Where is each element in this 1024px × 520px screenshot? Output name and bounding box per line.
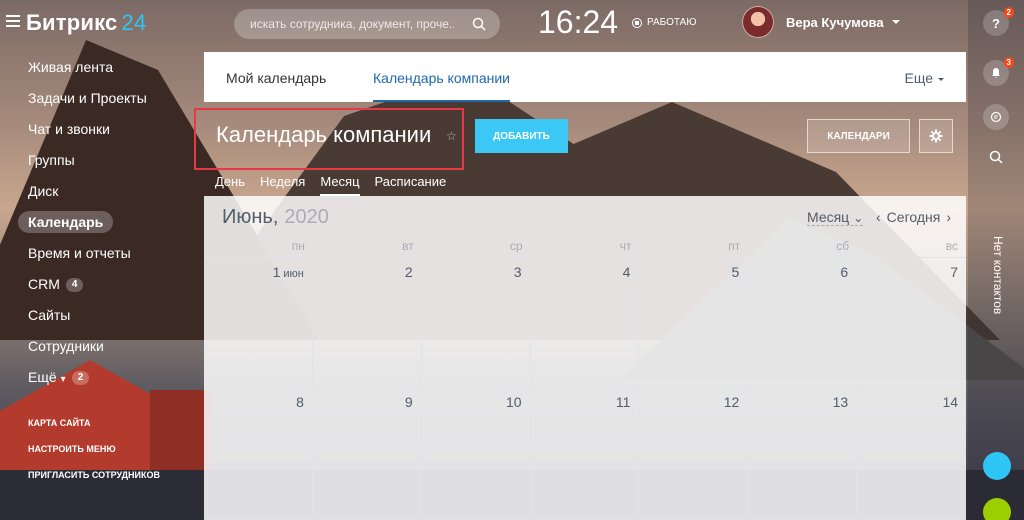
today-button[interactable]: Сегодня bbox=[887, 209, 941, 225]
day-cell[interactable]: 11 bbox=[531, 388, 640, 517]
page-title: Календарь компании bbox=[216, 122, 432, 147]
invite-employees-link[interactable]: ПРИГЛАСИТЬ СОТРУДНИКОВ bbox=[0, 462, 200, 488]
sidebar-item-tasks[interactable]: Задачи и Проекты bbox=[0, 83, 200, 114]
sidebar-item-groups[interactable]: Группы bbox=[0, 145, 200, 176]
stop-icon bbox=[632, 17, 642, 28]
search-input[interactable] bbox=[234, 9, 454, 39]
notifications-icon[interactable]: 3 bbox=[983, 57, 1014, 86]
left-submenu: КАРТА САЙТА НАСТРОИТЬ МЕНЮ ПРИГЛАСИТЬ СО… bbox=[0, 410, 200, 488]
day-cell[interactable]: 6 bbox=[748, 258, 858, 387]
day-cell[interactable]: 3 bbox=[422, 258, 531, 387]
left-menu: Живая лента Задачи и Проекты Чат и звонк… bbox=[0, 52, 200, 393]
date-navigation: ‹ Сегодня › bbox=[876, 209, 951, 225]
view-tab-week[interactable]: Неделя bbox=[260, 174, 305, 196]
title-area: Календарь компании ☆ ДОБАВИТЬ КАЛЕНДАРИ … bbox=[194, 104, 966, 196]
weekday-label: чт bbox=[619, 239, 632, 253]
search-box[interactable] bbox=[234, 9, 500, 39]
day-cell[interactable]: 14 bbox=[857, 388, 966, 517]
day-cell[interactable]: 10 bbox=[422, 388, 531, 517]
view-tab-schedule[interactable]: Расписание bbox=[375, 174, 447, 196]
search-icon[interactable] bbox=[983, 144, 1009, 170]
sidebar-item-feed[interactable]: Живая лента bbox=[0, 52, 200, 83]
week-row: 8 9 10 11 12 13 14 bbox=[204, 388, 966, 518]
add-button[interactable]: ДОБАВИТЬ bbox=[475, 119, 568, 153]
sidebar-item-sites[interactable]: Сайты bbox=[0, 300, 200, 331]
user-menu[interactable]: Вера Кучумова bbox=[742, 6, 900, 38]
chevron-down-icon[interactable] bbox=[891, 20, 900, 24]
calendar-grid: Июнь,2020 Месяц ‹ Сегодня › пн вт ср чт … bbox=[204, 196, 966, 520]
sitemap-link[interactable]: КАРТА САЙТА bbox=[0, 410, 200, 436]
help-icon[interactable]: ? 2 bbox=[983, 7, 1014, 36]
weekday-header: пн вт ср чт пт сб вс bbox=[204, 234, 966, 258]
logo[interactable]: Битрикс 24 bbox=[26, 10, 146, 36]
day-cell[interactable]: 9 bbox=[313, 388, 422, 517]
chevron-left-icon[interactable]: ‹ bbox=[876, 209, 881, 225]
more-tabs-button[interactable]: Еще bbox=[905, 52, 945, 104]
star-icon[interactable]: ☆ bbox=[446, 129, 457, 143]
day-cell[interactable]: 2 bbox=[313, 258, 422, 387]
sidebar-item-more[interactable]: Ещё ▾ 2 bbox=[0, 362, 200, 393]
user-name[interactable]: Вера Кучумова bbox=[786, 15, 884, 30]
week-row: 1 июн 2 3 4 5 6 7 bbox=[204, 258, 966, 388]
weekday-label: вс bbox=[945, 239, 959, 253]
phone-widget-icon[interactable] bbox=[983, 498, 1011, 520]
settings-button[interactable] bbox=[919, 119, 953, 153]
sidebar-item-employees[interactable]: Сотрудники bbox=[0, 331, 200, 362]
day-cell[interactable]: 7 bbox=[857, 258, 966, 387]
messenger-icon[interactable] bbox=[983, 104, 1009, 130]
counter-badge: 2 bbox=[71, 371, 90, 386]
month-grid: 1 июн 2 3 4 5 6 7 8 9 10 11 12 13 14 bbox=[204, 258, 966, 518]
weekday-label: ср bbox=[509, 239, 523, 253]
weekday-label: вт bbox=[402, 239, 414, 253]
calendar-header: Июнь,2020 Месяц ‹ Сегодня › bbox=[204, 196, 966, 234]
configure-menu-link[interactable]: НАСТРОИТЬ МЕНЮ bbox=[0, 436, 200, 462]
search-icon[interactable] bbox=[472, 17, 486, 31]
day-cell[interactable]: 4 bbox=[531, 258, 640, 387]
calendar-tabs-bar: Мой календарь Календарь компании Еще bbox=[204, 52, 966, 102]
avatar[interactable] bbox=[742, 6, 774, 38]
menu-burger-icon[interactable] bbox=[6, 15, 20, 27]
top-header: Битрикс24 16:24 РАБОТАЮ Вера Кучумова bbox=[0, 0, 980, 46]
sidebar-item-calendar[interactable]: Календарь bbox=[0, 207, 200, 238]
day-cell[interactable]: 13 bbox=[748, 388, 858, 517]
view-select[interactable]: Месяц bbox=[807, 209, 864, 226]
tab-company-calendar[interactable]: Календарь компании bbox=[373, 52, 510, 102]
day-cell[interactable]: 5 bbox=[639, 258, 749, 387]
work-status[interactable]: РАБОТАЮ bbox=[632, 17, 696, 28]
month-year-title: Июнь, 2020 bbox=[222, 206, 329, 228]
gear-icon bbox=[929, 129, 943, 143]
weekday-label: пт bbox=[728, 239, 741, 253]
sidebar-item-chat[interactable]: Чат и звонки bbox=[0, 114, 200, 145]
view-tab-day[interactable]: День bbox=[215, 174, 245, 196]
day-cell[interactable]: 12 bbox=[639, 388, 749, 517]
sidebar-item-time-reports[interactable]: Время и отчеты bbox=[0, 238, 200, 269]
sidebar-item-crm[interactable]: CRM 4 bbox=[0, 269, 200, 300]
chat-widget-icon[interactable] bbox=[983, 452, 1011, 480]
no-contacts-label: Нет контактов bbox=[991, 236, 1005, 315]
calendars-button[interactable]: КАЛЕНДАРИ bbox=[807, 119, 910, 153]
weekday-label: пн bbox=[291, 239, 305, 253]
tab-my-calendar[interactable]: Мой календарь bbox=[226, 52, 326, 102]
counter-badge: 4 bbox=[65, 278, 84, 293]
day-cell[interactable]: 8 bbox=[204, 388, 313, 517]
weekday-label: сб bbox=[836, 239, 850, 253]
chevron-right-icon[interactable]: › bbox=[946, 209, 951, 225]
view-tabs: День Неделя Месяц Расписание bbox=[215, 174, 461, 196]
view-tab-month[interactable]: Месяц bbox=[320, 174, 360, 196]
sidebar-item-disk[interactable]: Диск bbox=[0, 176, 200, 207]
clock: 16:24 bbox=[538, 4, 619, 40]
day-cell[interactable]: 1 июн bbox=[204, 258, 313, 387]
right-bar: ? 2 3 Нет контактов bbox=[968, 0, 1024, 520]
